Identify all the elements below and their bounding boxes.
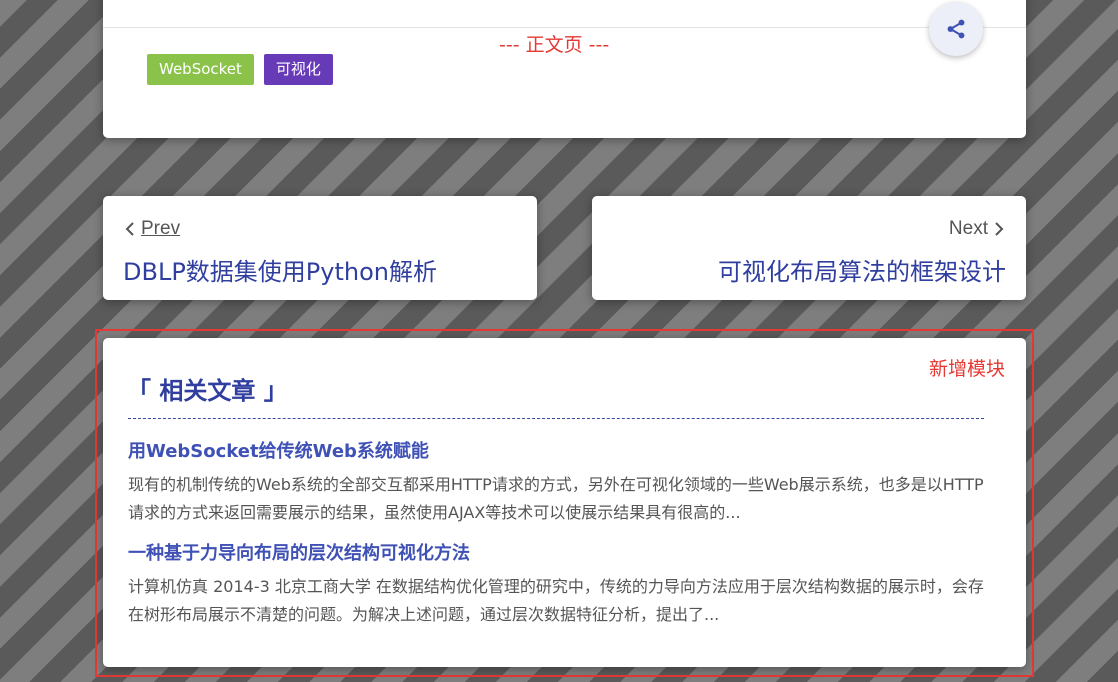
related-item: 一种基于力导向布局的层次结构可视化方法 计算机仿真 2014-3 北京工商大学 … <box>128 539 988 629</box>
related-posts-card: 新增模块 「 相关文章 」 用WebSocket给传统Web系统赋能 现有的机制… <box>103 338 1026 667</box>
next-post-title[interactable]: 可视化布局算法的框架设计 <box>718 252 1006 287</box>
related-item-excerpt: 现有的机制传统的Web系统的全部交互都采用HTTP请求的方式，另外在可视化领域的… <box>128 475 984 522</box>
prev-link[interactable]: Prev <box>123 218 180 240</box>
article-card: --- 正文页 --- WebSocket 可视化 <box>103 0 1026 138</box>
next-link[interactable]: Next <box>949 218 1006 240</box>
share-icon <box>947 19 965 39</box>
share-button[interactable] <box>929 2 983 56</box>
next-label: Next <box>948 218 988 239</box>
related-item-excerpt: 计算机仿真 2014-3 北京工商大学 在数据结构优化管理的研究中，传统的力导向… <box>128 577 984 624</box>
new-module-note: 新增模块 <box>928 358 1005 380</box>
related-item-title[interactable]: 一种基于力导向布局的层次结构可视化方法 <box>128 539 470 565</box>
page-marker: --- 正文页 --- <box>499 34 610 56</box>
tag-websocket[interactable]: WebSocket <box>147 54 254 85</box>
related-item-title[interactable]: 用WebSocket给传统Web系统赋能 <box>128 437 429 463</box>
next-post-card[interactable]: Next 可视化布局算法的框架设计 <box>592 196 1026 300</box>
related-item: 用WebSocket给传统Web系统赋能 现有的机制传统的Web系统的全部交互都… <box>128 437 988 527</box>
related-divider <box>128 418 984 419</box>
tag-visualization[interactable]: 可视化 <box>263 54 333 85</box>
tag-list: WebSocket 可视化 <box>147 54 333 85</box>
prev-label: Prev <box>141 218 181 239</box>
related-heading: 「 相关文章 」 <box>127 377 288 405</box>
chevron-left-icon <box>125 222 134 236</box>
prev-post-card[interactable]: Prev DBLP数据集使用Python解析 <box>103 196 537 300</box>
chevron-right-icon <box>995 222 1004 236</box>
prev-post-title[interactable]: DBLP数据集使用Python解析 <box>123 252 437 287</box>
article-divider <box>103 27 1026 28</box>
